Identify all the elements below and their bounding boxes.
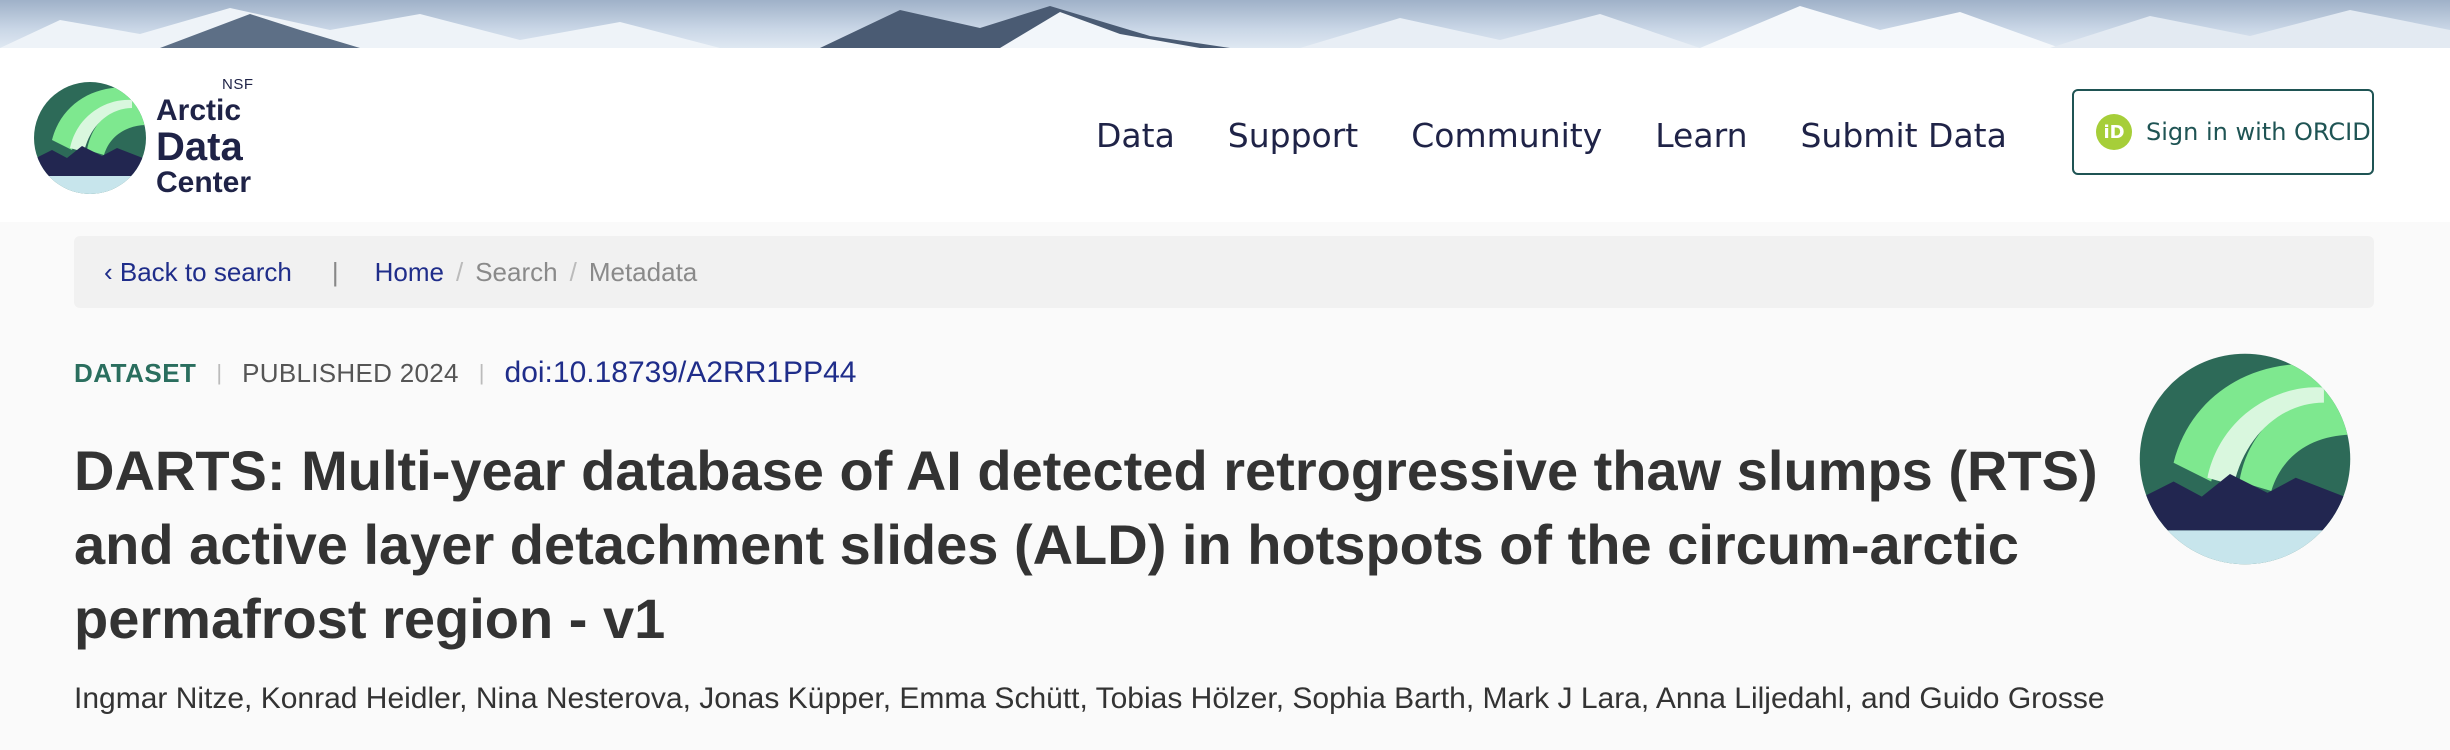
sign-in-label: Sign in with ORCID bbox=[2146, 118, 2371, 146]
nav-item-submit-data[interactable]: Submit Data bbox=[1800, 116, 2006, 155]
breadcrumb-search[interactable]: Search bbox=[475, 257, 557, 288]
nsf-label: NSF bbox=[222, 76, 254, 93]
arctic-data-center-badge-icon bbox=[2139, 353, 2351, 565]
nav-item-support[interactable]: Support bbox=[1228, 116, 1358, 155]
dataset-authors: Ingmar Nitze, Konrad Heidler, Nina Neste… bbox=[74, 682, 2105, 715]
site-name: Arctic Data Center bbox=[156, 96, 251, 198]
nav-item-community[interactable]: Community bbox=[1411, 116, 1602, 155]
main-navigation: Data Support Community Learn Submit Data bbox=[1096, 48, 2060, 222]
header-banner-image bbox=[0, 0, 2450, 48]
orcid-icon: iD bbox=[2096, 114, 2132, 150]
breadcrumb-home[interactable]: Home bbox=[375, 257, 444, 288]
dataset-type-label: DATASET bbox=[74, 357, 197, 388]
site-name-line1: Arctic bbox=[156, 94, 242, 127]
dataset-meta: DATASET | PUBLISHED 2024 | doi:10.18739/… bbox=[74, 356, 856, 390]
aurora-logo-icon bbox=[34, 82, 146, 194]
published-label: PUBLISHED 2024 bbox=[242, 357, 459, 388]
breadcrumb-separator: / bbox=[455, 256, 464, 287]
arctic-data-center-logo[interactable]: NSF Arctic Data Center bbox=[32, 76, 262, 206]
meta-divider: | bbox=[216, 360, 223, 385]
site-name-line2: Data bbox=[156, 125, 243, 169]
mountain-banner-graphic bbox=[0, 6, 2450, 48]
doi-link[interactable]: doi:10.18739/A2RR1PP44 bbox=[505, 356, 857, 390]
breadcrumb-divider: | bbox=[331, 256, 339, 287]
meta-divider: | bbox=[478, 360, 485, 385]
site-name-line3: Center bbox=[156, 166, 252, 199]
breadcrumb-separator: / bbox=[569, 256, 577, 287]
nav-item-data[interactable]: Data bbox=[1096, 116, 1175, 155]
breadcrumb-bar: ‹ Back to search | Home / Search / Metad… bbox=[74, 236, 2374, 308]
dataset-title: DARTS: Multi-year database of AI detecte… bbox=[74, 439, 2098, 650]
sign-in-orcid-button[interactable]: iD Sign in with ORCID bbox=[2072, 89, 2374, 175]
breadcrumb-metadata: Metadata bbox=[588, 256, 698, 287]
site-header: NSF Arctic Data Center Data Support Comm… bbox=[0, 48, 2450, 222]
nav-item-learn[interactable]: Learn bbox=[1655, 116, 1747, 155]
back-to-search-link[interactable]: ‹ Back to search bbox=[104, 257, 292, 288]
